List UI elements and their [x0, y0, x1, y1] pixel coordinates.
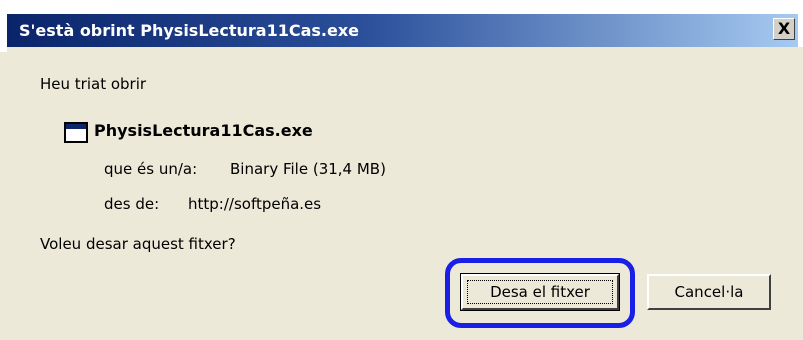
save-question: Voleu desar aquest fitxer? [40, 235, 236, 253]
file-type-label: que és un/a: [104, 160, 198, 178]
application-window-icon [64, 122, 88, 143]
cancel-button[interactable]: Cancel·la [647, 274, 771, 310]
file-name: PhysisLectura11Cas.exe [94, 121, 313, 140]
window-title: S'està obrint PhysisLectura11Cas.exe [19, 21, 360, 40]
source-url: http://softpeña.es [188, 195, 322, 213]
close-icon: X [777, 19, 791, 38]
intro-text: Heu triat obrir [40, 75, 147, 93]
close-button[interactable]: X [773, 18, 795, 40]
download-dialog: S'està obrint PhysisLectura11Cas.exe X H… [0, 0, 803, 340]
title-bar[interactable]: S'està obrint PhysisLectura11Cas.exe X [7, 14, 798, 47]
save-file-label: Desa el fitxer [490, 283, 590, 301]
save-file-button[interactable]: Desa el fitxer [460, 273, 620, 311]
source-label: des de: [104, 195, 160, 213]
file-type-value: Binary File (31,4 MB) [230, 160, 386, 178]
title-bar-area: S'està obrint PhysisLectura11Cas.exe X [0, 0, 803, 52]
cancel-label: Cancel·la [674, 283, 744, 301]
